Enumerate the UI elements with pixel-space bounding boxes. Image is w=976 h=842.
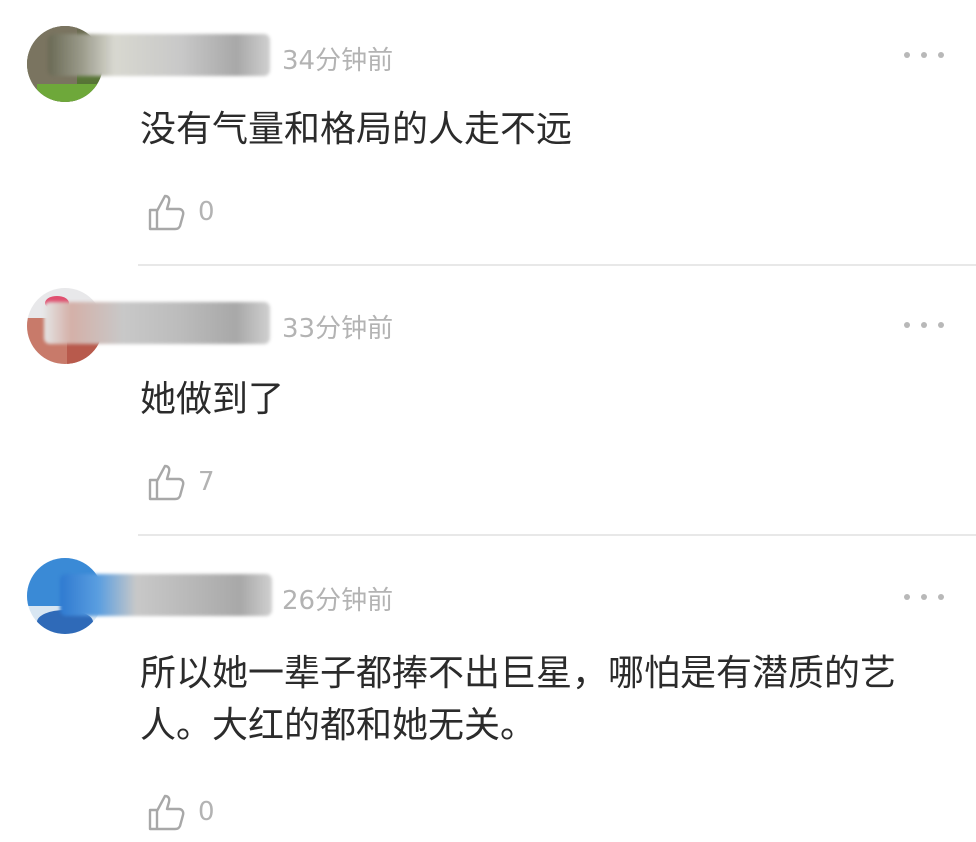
more-dots-icon[interactable] <box>904 318 944 332</box>
comment-text: 没有气量和格局的人走不远 <box>140 109 573 150</box>
more-dots-icon[interactable] <box>904 48 944 62</box>
comment-text: 所以她一辈子都捧不出巨星，哪怕是有潜质的艺人。大红的都和她无关。 <box>140 653 897 746</box>
comment-item: 34分钟前 没有气量和格局的人走不远 0 <box>0 0 976 265</box>
more-dots-icon[interactable] <box>904 590 944 604</box>
username-blurred[interactable] <box>44 302 270 344</box>
username-blurred[interactable] <box>60 574 272 616</box>
comment-text: 她做到了 <box>140 379 285 420</box>
like-button[interactable]: 0 <box>146 792 215 832</box>
like-count: 0 <box>198 197 215 227</box>
thumbs-up-icon <box>148 794 185 831</box>
like-count: 0 <box>198 797 215 827</box>
comment-time: 34分钟前 <box>282 46 394 76</box>
like-count: 7 <box>198 467 215 497</box>
comment-item: 26分钟前 所以她一辈子都捧不出巨星，哪怕是有潜质的艺人。大红的都和她无关。 0 <box>0 536 976 842</box>
comment-time: 26分钟前 <box>282 586 394 616</box>
like-button[interactable]: 7 <box>146 462 215 502</box>
thumbs-up-icon <box>148 194 185 231</box>
thumbs-up-icon <box>148 464 185 501</box>
comment-item: 33分钟前 她做到了 7 <box>0 266 976 534</box>
comment-time: 33分钟前 <box>282 314 394 344</box>
username-blurred[interactable] <box>48 34 270 76</box>
like-button[interactable]: 0 <box>146 192 215 232</box>
